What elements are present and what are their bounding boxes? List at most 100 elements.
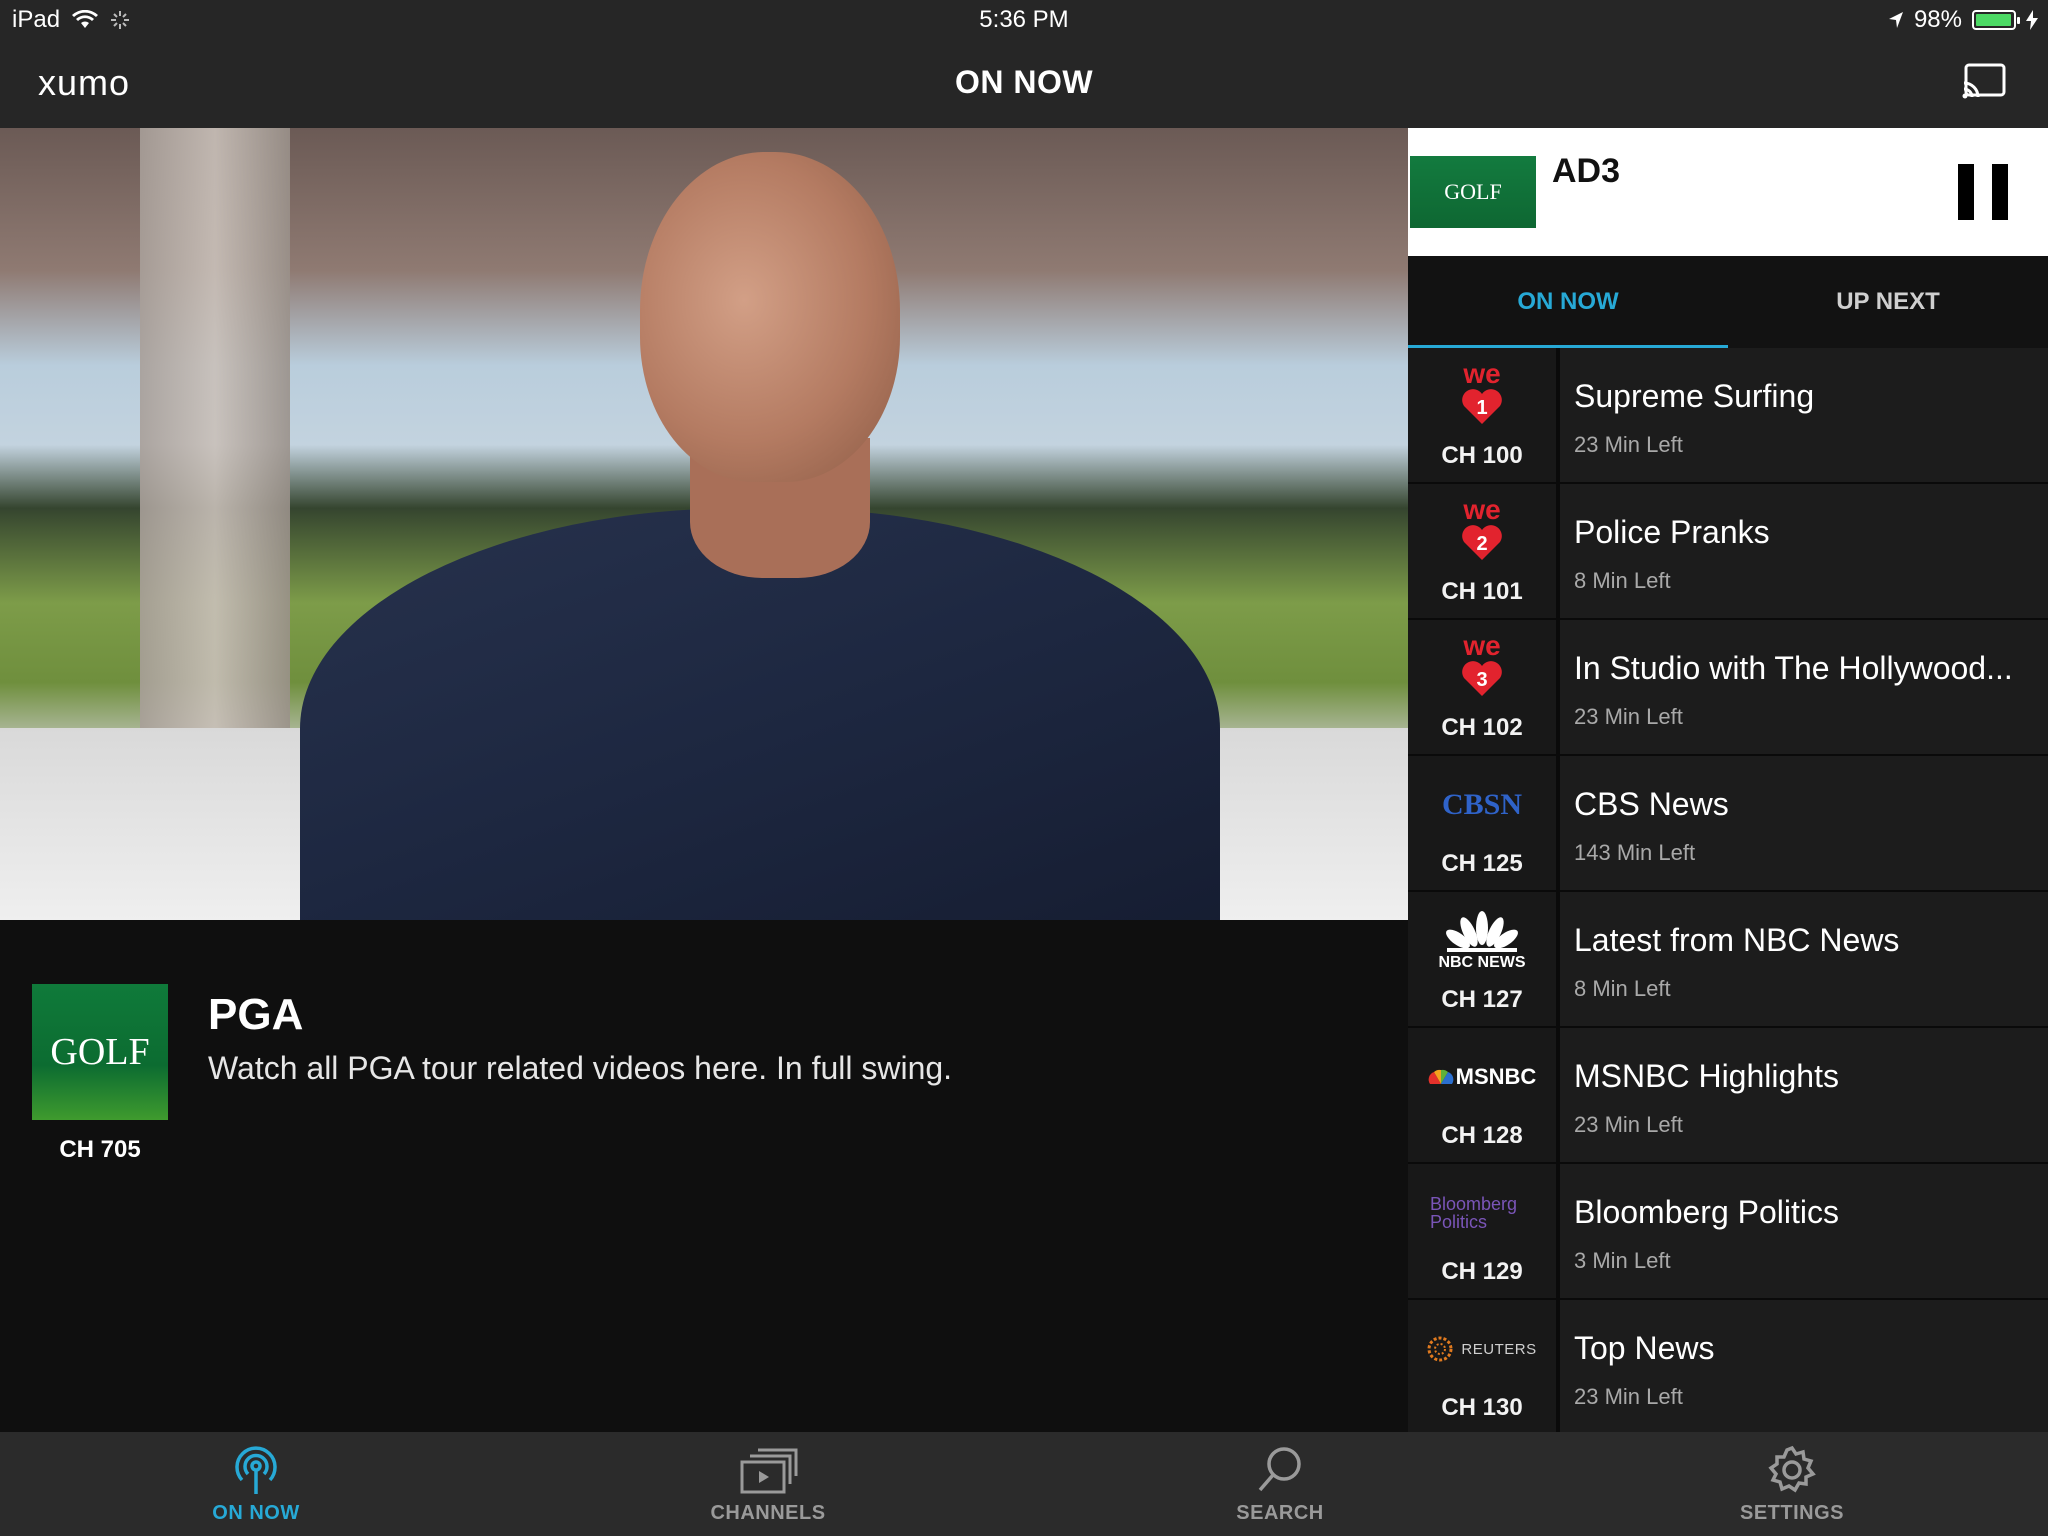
channel-list: we 1 CH 100 Supreme Surfing 23 Min Left [1408, 348, 2048, 1432]
time-left: 23 Min Left [1574, 704, 1683, 729]
time-left: 23 Min Left [1574, 1384, 1683, 1409]
cast-icon[interactable] [1960, 62, 2008, 102]
ad-bar: GOLF AD3 [1408, 128, 2048, 256]
channel-cell: we 1 CH 100 [1408, 348, 1560, 482]
tab-label: SETTINGS [1739, 1501, 1844, 1524]
channel-row[interactable]: CBSN CH 125 CBS News 143 Min Left [1408, 756, 2048, 892]
battery-icon [1972, 10, 2020, 30]
tab-label: SEARCH [1236, 1501, 1324, 1524]
we-logo-number: 3 [1476, 669, 1487, 691]
channel-cell: CBSN CH 125 [1408, 756, 1560, 890]
peacock-icon [1446, 911, 1518, 952]
program-cell: Police Pranks 8 Min Left [1560, 484, 2048, 618]
bottom-tab-bar: ON NOW CHANNELS SEARCH SETTINGS [0, 1432, 2048, 1536]
tab-search-nav[interactable]: SEARCH [1024, 1432, 1536, 1536]
msnbc-peacock-icon [1428, 1069, 1454, 1084]
program-title: PGA [208, 990, 304, 1039]
time-left: 143 Min Left [1574, 840, 1696, 865]
program-cell: Supreme Surfing 23 Min Left [1560, 348, 2048, 482]
program-title: In Studio with The Hollywood... [1574, 650, 2013, 686]
heart-icon: 2 [1462, 525, 1502, 560]
guide-tabs: ON NOW UP NEXT [1408, 256, 2048, 348]
program-title: Top News [1574, 1330, 1715, 1366]
channel-number: CH 130 [1441, 1394, 1523, 1421]
search-icon [1258, 1446, 1301, 1491]
location-arrow-icon [1888, 12, 1903, 28]
time-left: 3 Min Left [1574, 1248, 1671, 1273]
channel-guide-panel: GOLF AD3 ON NOW UP NEXT we 1 CH 100 Supr… [1408, 128, 2048, 1432]
presenter-head [640, 152, 900, 482]
program-title: Supreme Surfing [1574, 378, 1815, 414]
cbsn-logo: CBSN [1441, 788, 1523, 821]
program-title: MSNBC Highlights [1574, 1058, 1839, 1094]
status-bar: iPad 5:36 PM 98% [0, 0, 2048, 40]
channel-number: CH 102 [1441, 714, 1523, 741]
channels-icon [740, 1448, 798, 1493]
time-left: 8 Min Left [1574, 568, 1671, 593]
program-title: Bloomberg Politics [1574, 1194, 1839, 1230]
charging-bolt-icon [2026, 10, 2038, 30]
tab-settings-nav[interactable]: SETTINGS [1536, 1432, 2048, 1536]
channel-row[interactable]: we 3 CH 102 In Studio with The Hollywood… [1408, 620, 2048, 756]
nbc-news-logo: NBC NEWS [1438, 954, 1526, 971]
program-cell: Top News 23 Min Left [1560, 1300, 2048, 1432]
channel-number: CH 128 [1441, 1122, 1523, 1149]
we-logo: we 3 [1450, 630, 1514, 704]
channel-number: CH 101 [1441, 578, 1523, 605]
program-title: Latest from NBC News [1574, 922, 1900, 958]
ad-golf-logo: GOLF [1410, 156, 1536, 228]
pause-button[interactable] [1958, 164, 2008, 220]
channel-cell: NBC NEWS CH 127 [1408, 892, 1560, 1026]
program-info: GOLF CH 705 PGA Watch all PGA tour relat… [0, 920, 1408, 1432]
channel-cell: Bloomberg Politics CH 129 [1408, 1164, 1560, 1298]
channel-cell: we 2 CH 101 [1408, 484, 1560, 618]
we-logo: we 2 [1450, 494, 1514, 568]
video-player[interactable] [0, 128, 1408, 920]
program-cell: CBS News 143 Min Left [1560, 756, 2048, 890]
channel-number: CH 100 [1441, 442, 1523, 469]
time-left: 23 Min Left [1574, 1112, 1683, 1137]
page-title: ON NOW [954, 64, 1094, 100]
msnbc-logo: MSNBC [1455, 1064, 1537, 1089]
tab-label: CHANNELS [710, 1501, 826, 1524]
program-title: Police Pranks [1574, 514, 1770, 550]
tab-up-next[interactable]: UP NEXT [1728, 256, 2048, 348]
channel-cell: we 3 CH 102 [1408, 620, 1560, 754]
bloomberg-politics-logo: Bloomberg Politics [1430, 1194, 1518, 1232]
channel-row[interactable]: we 1 CH 100 Supreme Surfing 23 Min Left [1408, 348, 2048, 484]
channel-cell: REUTERS CH 130 [1408, 1300, 1560, 1432]
program-cell: MSNBC Highlights 23 Min Left [1560, 1028, 2048, 1162]
time-left: 23 Min Left [1574, 432, 1683, 457]
time-left: 8 Min Left [1574, 976, 1671, 1001]
program-cell: Bloomberg Politics 3 Min Left [1560, 1164, 2048, 1298]
we-logo-number: 1 [1476, 397, 1487, 419]
channel-row[interactable]: NBC NEWS CH 127 Latest from NBC News 8 M… [1408, 892, 2048, 1028]
tab-on-now-nav[interactable]: ON NOW [0, 1432, 512, 1536]
reuters-icon [1427, 1336, 1453, 1362]
ad-label: AD3 [1552, 152, 1621, 190]
channel-row[interactable]: REUTERS CH 130 Top News 23 Min Left [1408, 1300, 2048, 1432]
reuters-logo: REUTERS [1461, 1340, 1537, 1358]
golf-channel-logo: GOLF [32, 984, 168, 1120]
program-title: CBS News [1574, 786, 1729, 822]
channel-number: CH 127 [1441, 986, 1523, 1013]
channel-row[interactable]: MSNBC CH 128 MSNBC Highlights 23 Min Lef… [1408, 1028, 2048, 1164]
tab-channels-nav[interactable]: CHANNELS [512, 1432, 1024, 1536]
top-navbar: xumo ON NOW [0, 40, 2048, 128]
program-description: Watch all PGA tour related videos here. … [208, 1050, 953, 1086]
broadcast-icon [235, 1445, 277, 1494]
we-logo-number: 2 [1476, 533, 1487, 555]
we-logo: we 1 [1450, 358, 1514, 432]
heart-icon: 3 [1462, 661, 1502, 696]
channel-row[interactable]: we 2 CH 101 Police Pranks 8 Min Left [1408, 484, 2048, 620]
tab-on-now[interactable]: ON NOW [1408, 256, 1728, 348]
heart-icon: 1 [1462, 389, 1502, 424]
channel-number: CH 125 [1441, 850, 1523, 877]
battery-percent: 98% [1913, 6, 1962, 33]
program-cell: Latest from NBC News 8 Min Left [1560, 892, 2048, 1026]
gear-icon [1768, 1445, 1816, 1492]
current-channel-number: CH 705 [59, 1136, 141, 1163]
channel-row[interactable]: Bloomberg Politics CH 129 Bloomberg Poli… [1408, 1164, 2048, 1300]
status-time: 5:36 PM [979, 6, 1069, 33]
channel-cell: MSNBC CH 128 [1408, 1028, 1560, 1162]
